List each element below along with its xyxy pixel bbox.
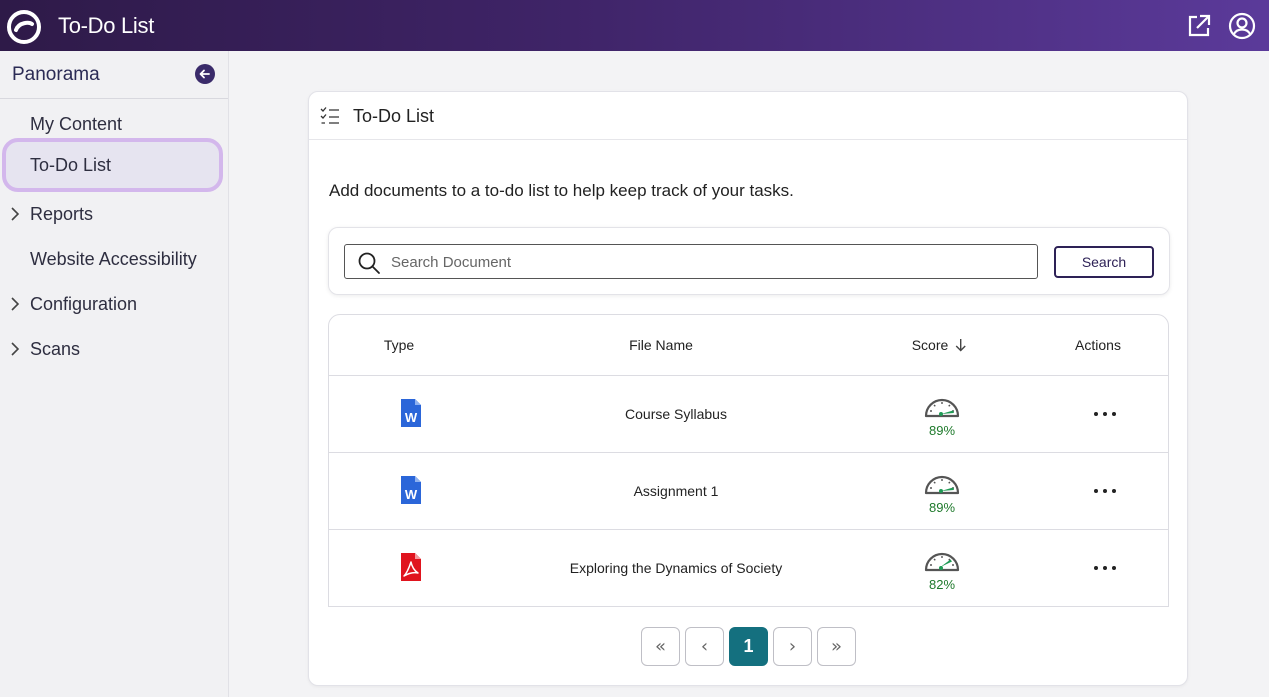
more-dots-icon	[1103, 412, 1107, 416]
file-name: Exploring the Dynamics of Society	[569, 560, 783, 576]
chevron-right-icon	[11, 342, 20, 356]
score-gauge-icon	[924, 398, 960, 418]
actions-menu-button[interactable]	[1094, 483, 1116, 499]
score-value: 82%	[928, 577, 956, 592]
sidebar: Panorama My Content To-Do List Reports W…	[0, 51, 229, 697]
search-input[interactable]	[391, 251, 1021, 273]
more-dots-icon	[1094, 566, 1098, 570]
sidebar-item-scans[interactable]: Scans	[0, 329, 229, 369]
actions-menu-button[interactable]	[1094, 406, 1116, 422]
table-row: Exploring the Dynamics of Society 82%	[329, 530, 1168, 606]
column-header-file-name: File Name	[629, 337, 693, 353]
actions-menu-button[interactable]	[1094, 560, 1116, 576]
more-dots-icon	[1112, 566, 1116, 570]
more-dots-icon	[1112, 489, 1116, 493]
score-gauge-icon	[924, 552, 960, 572]
column-header-type: Type	[383, 337, 415, 353]
previous-page-button[interactable]: ‹	[685, 627, 724, 666]
todo-card: To-Do List Add documents to a to-do list…	[308, 91, 1188, 686]
score-cell: 82%	[923, 547, 961, 593]
column-header-score[interactable]: Score	[912, 337, 967, 353]
sidebar-item-configuration[interactable]: Configuration	[0, 284, 229, 324]
table-row: W Assignment 1 89%	[329, 453, 1168, 530]
score-value: 89%	[928, 423, 956, 438]
more-dots-icon	[1094, 412, 1098, 416]
table-header: Type File Name Score Actions	[329, 315, 1168, 376]
sort-down-icon	[955, 339, 966, 352]
collapse-sidebar-button[interactable]	[195, 64, 215, 84]
search-icon	[358, 252, 380, 274]
file-name: Course Syllabus	[625, 406, 727, 422]
chevron-right-icon	[11, 297, 20, 311]
next-page-button[interactable]: ›	[773, 627, 812, 666]
score-cell: 89%	[923, 393, 961, 439]
sidebar-title: Panorama	[12, 64, 100, 85]
pdf-document-icon	[401, 553, 421, 581]
more-dots-icon	[1103, 489, 1107, 493]
user-account-icon[interactable]	[1228, 12, 1256, 40]
sidebar-item-website-accessibility[interactable]: Website Accessibility	[0, 239, 229, 279]
svg-text:W: W	[405, 487, 418, 502]
documents-table: Type File Name Score Actions W Course Sy…	[328, 314, 1169, 607]
file-name: Assignment 1	[633, 483, 719, 499]
card-header: To-Do List	[309, 92, 1187, 140]
arrow-left-icon	[199, 69, 210, 79]
sidebar-item-label: Configuration	[30, 293, 138, 314]
svg-text:W: W	[405, 410, 418, 425]
sidebar-item-label: My Content	[30, 113, 123, 134]
sidebar-item-reports[interactable]: Reports	[0, 194, 229, 234]
card-description: Add documents to a to-do list to help ke…	[329, 181, 794, 200]
more-dots-icon	[1112, 412, 1116, 416]
sidebar-header: Panorama	[0, 51, 228, 99]
last-page-button[interactable]: »	[817, 627, 856, 666]
search-panel: Search	[328, 227, 1170, 295]
column-header-actions: Actions	[1075, 337, 1121, 353]
top-bar: To-Do List	[0, 0, 1269, 51]
pagination: « ‹ 1 › »	[641, 627, 856, 666]
logo-icon	[7, 10, 41, 44]
app-title: To-Do List	[58, 13, 155, 38]
checklist-icon	[320, 107, 339, 124]
column-header-score-label: Score	[911, 337, 949, 353]
table-row: W Course Syllabus 89%	[329, 376, 1168, 453]
score-cell: 89%	[923, 470, 961, 516]
more-dots-icon	[1094, 489, 1098, 493]
word-document-icon: W	[401, 399, 421, 427]
word-document-icon: W	[401, 476, 421, 504]
sidebar-item-label: Reports	[30, 203, 94, 224]
search-box	[344, 244, 1038, 279]
external-link-icon[interactable]	[1185, 12, 1213, 40]
page-button-current[interactable]: 1	[729, 627, 768, 666]
chevron-right-icon	[11, 207, 20, 221]
sidebar-item-label: Website Accessibility	[30, 248, 197, 269]
sidebar-item-to-do-list[interactable]: To-Do List	[2, 138, 223, 192]
sidebar-item-label: Scans	[30, 338, 81, 359]
more-dots-icon	[1103, 566, 1107, 570]
first-page-button[interactable]: «	[641, 627, 680, 666]
search-button[interactable]: Search	[1054, 246, 1154, 278]
score-value: 89%	[928, 500, 956, 515]
card-title: To-Do List	[353, 106, 435, 126]
score-gauge-icon	[924, 475, 960, 495]
sidebar-item-label: To-Do List	[30, 154, 112, 175]
